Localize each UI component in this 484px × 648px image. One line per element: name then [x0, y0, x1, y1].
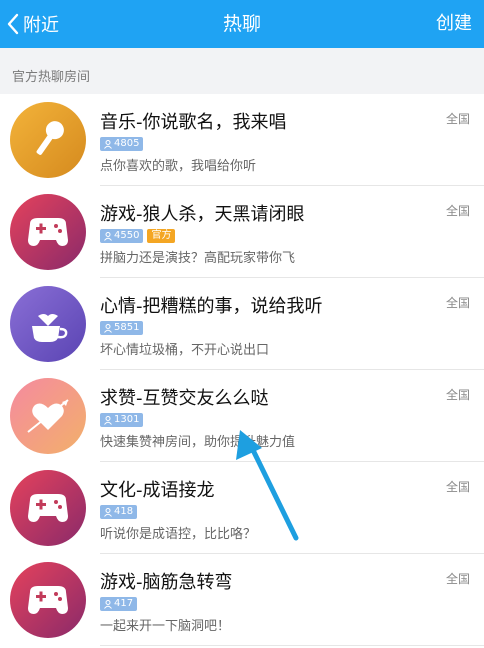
room-item[interactable]: 游戏-脑筋急转弯 全国 417 一起来开一下脑洞吧！: [0, 554, 484, 646]
room-description: 快速集赞神房间，助你提升魅力值: [100, 435, 296, 450]
room-badges: 4805: [100, 137, 144, 151]
room-name: 游戏-狼人杀，天黑请闭眼: [100, 204, 305, 225]
room-badges: 417: [100, 597, 138, 611]
room-item[interactable]: 文化-成语接龙 全国 418 听说你是成语控，比比咯？: [0, 462, 484, 554]
member-count: 4805: [114, 138, 140, 149]
gamepad-icon: [10, 562, 86, 638]
room-item[interactable]: 游戏-狼人杀，天黑请闭眼 全国 4550 官方 拼脑力还是演技？高配玩家带你飞: [0, 186, 484, 278]
gamepad-icon: [10, 470, 86, 546]
member-count: 1301: [114, 414, 140, 425]
person-icon: [104, 323, 112, 333]
section-header: 官方热聊房间: [0, 48, 484, 94]
person-icon: [104, 599, 112, 609]
member-count: 418: [114, 506, 134, 517]
room-region: 全国: [445, 204, 470, 218]
section-title: 官方热聊房间: [12, 70, 91, 85]
room-avatar: [10, 102, 86, 178]
room-description: 点你喜欢的歌，我唱给你听: [100, 159, 257, 174]
room-item[interactable]: 求赞-互赞交友么么哒 全国 1301 快速集赞神房间，助你提升魅力值: [0, 370, 484, 462]
room-avatar: [10, 286, 86, 362]
room-avatar: [10, 194, 86, 270]
person-icon: [104, 415, 112, 425]
room-name: 文化-成语接龙: [100, 480, 215, 501]
room-avatar: [10, 562, 86, 638]
room-badges: 5851: [100, 321, 144, 335]
room-description: 听说你是成语控，比比咯？: [100, 527, 257, 542]
gamepad-icon: [10, 194, 86, 270]
member-count: 4550: [114, 230, 140, 241]
room-badges: 4550 官方: [100, 229, 176, 243]
member-count: 417: [114, 598, 134, 609]
room-region: 全国: [445, 480, 470, 494]
create-button[interactable]: 创建: [436, 0, 472, 48]
room-badges: 418: [100, 505, 138, 519]
person-icon: [104, 231, 112, 241]
room-item[interactable]: 音乐-你说歌名，我来唱 全国 4805 点你喜欢的歌，我唱给你听: [0, 94, 484, 186]
person-icon: [104, 139, 112, 149]
room-description: 坏心情垃圾桶，不开心说出口: [100, 343, 270, 358]
member-count-badge: 4550: [100, 229, 144, 243]
room-region: 全国: [445, 112, 470, 126]
member-count-badge: 5851: [100, 321, 144, 335]
room-region: 全国: [445, 572, 470, 586]
person-icon: [104, 507, 112, 517]
room-name: 求赞-互赞交友么么哒: [100, 388, 269, 409]
room-name: 心情-把糟糕的事，说给我听: [100, 296, 323, 317]
room-name: 音乐-你说歌名，我来唱: [100, 112, 287, 133]
top-bar: 附近 热聊 创建: [0, 0, 484, 48]
member-count-badge: 1301: [100, 413, 144, 427]
official-badge: 官方: [147, 229, 176, 243]
page-title: 热聊: [222, 13, 261, 35]
room-avatar: [10, 378, 86, 454]
room-avatar: [10, 470, 86, 546]
room-badges: 1301: [100, 413, 144, 427]
member-count: 5851: [114, 322, 140, 333]
member-count-badge: 417: [100, 597, 138, 611]
room-region: 全国: [445, 296, 470, 310]
member-count-badge: 418: [100, 505, 138, 519]
room-region: 全国: [445, 388, 470, 402]
room-description: 拼脑力还是演技？高配玩家带你飞: [100, 251, 296, 266]
coffee-cup-icon: [10, 286, 86, 362]
microphone-icon: [10, 102, 86, 178]
room-item[interactable]: 心情-把糟糕的事，说给我听 全国 5851 坏心情垃圾桶，不开心说出口: [0, 278, 484, 370]
room-description: 一起来开一下脑洞吧！: [100, 619, 231, 634]
room-list: 音乐-你说歌名，我来唱 全国 4805 点你喜欢的歌，我唱给你听 游戏-狼人杀，…: [0, 94, 484, 646]
room-name: 游戏-脑筋急转弯: [100, 572, 233, 593]
heart-arrow-icon: [10, 378, 86, 454]
member-count-badge: 4805: [100, 137, 144, 151]
row-divider: [100, 645, 484, 646]
